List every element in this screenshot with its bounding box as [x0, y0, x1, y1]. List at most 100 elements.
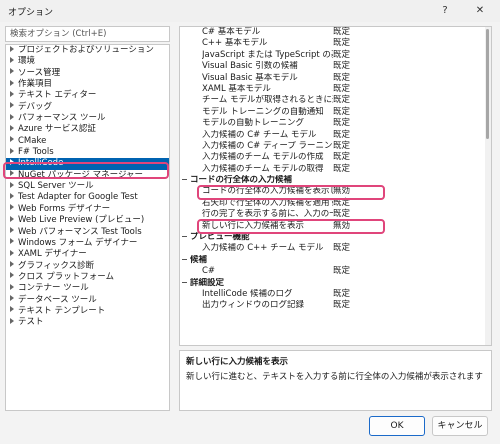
- property-name: Visual Basic 基本モデル: [202, 72, 298, 83]
- tree-item[interactable]: Web Live Preview (プレビュー): [6, 215, 169, 226]
- property-value[interactable]: 既定: [333, 289, 350, 300]
- expand-triangle-icon[interactable]: [10, 317, 14, 324]
- property-row[interactable]: JavaScript または TypeScript の基本モデル既定: [180, 50, 491, 61]
- expand-triangle-icon[interactable]: [10, 136, 14, 143]
- ok-button[interactable]: OK: [369, 416, 425, 436]
- expand-triangle-icon[interactable]: [10, 238, 14, 245]
- tree-item[interactable]: Test Adapter for Google Test: [6, 192, 169, 203]
- property-row[interactable]: Visual Basic 引数の候補 既定: [180, 61, 491, 72]
- property-name: 入力候補の C# チーム モデル: [202, 129, 317, 140]
- cancel-button[interactable]: キャンセル: [432, 416, 488, 436]
- expand-triangle-icon[interactable]: [10, 192, 14, 199]
- property-row[interactable]: 入力候補のチーム モデルの取得 既定: [180, 164, 491, 175]
- property-grid-scrollbar[interactable]: [485, 27, 491, 345]
- property-row[interactable]: IntelliCode 候補のログ 既定: [180, 289, 491, 300]
- tree-item[interactable]: テキスト エディター: [6, 90, 169, 101]
- property-row[interactable]: モデルの自動トレーニング 既定: [180, 118, 491, 129]
- tree-item[interactable]: パフォーマンス ツール: [6, 113, 169, 124]
- category-row[interactable]: 詳細設定: [180, 278, 491, 289]
- tree-item[interactable]: テキスト テンプレート: [6, 306, 169, 317]
- property-value[interactable]: 既定: [333, 84, 350, 95]
- expand-triangle-icon[interactable]: [10, 113, 14, 120]
- tree-item[interactable]: コンテナー ツール: [6, 283, 169, 294]
- tree-item[interactable]: F# Tools: [6, 147, 169, 158]
- expand-triangle-icon[interactable]: [10, 68, 14, 75]
- expand-triangle-icon[interactable]: [10, 306, 14, 313]
- property-value[interactable]: 既定: [333, 27, 350, 38]
- expand-triangle-icon[interactable]: [10, 272, 14, 279]
- close-button[interactable]: ✕: [465, 0, 495, 22]
- expand-triangle-icon[interactable]: [10, 181, 14, 188]
- property-value[interactable]: 既定: [333, 95, 350, 106]
- property-row[interactable]: 入力候補のチーム モデルの作成 既定: [180, 152, 491, 163]
- expand-triangle-icon[interactable]: [10, 124, 14, 131]
- tree-item[interactable]: グラフィックス診断: [6, 261, 169, 272]
- tree-item[interactable]: ソース管理: [6, 68, 169, 79]
- expand-triangle-icon[interactable]: [10, 261, 14, 268]
- property-value[interactable]: 既定: [333, 300, 350, 311]
- tree-item[interactable]: クロス プラットフォーム: [6, 272, 169, 283]
- property-row[interactable]: チーム モデルが取得されるときに通知する既定: [180, 95, 491, 106]
- search-input[interactable]: [6, 27, 169, 41]
- tree-item[interactable]: XAML デザイナー: [6, 249, 169, 260]
- expand-triangle-icon[interactable]: [10, 249, 14, 256]
- tree-item[interactable]: テスト: [6, 317, 169, 328]
- tree-item[interactable]: プロジェクトおよびソリューション: [6, 45, 169, 56]
- property-value[interactable]: 既定: [333, 130, 350, 141]
- tree-item[interactable]: デバッグ: [6, 102, 169, 113]
- property-row[interactable]: C# 基本モデル 既定: [180, 27, 491, 38]
- property-row[interactable]: 入力候補の C# ディープ ラーニング基本モデル既定: [180, 141, 491, 152]
- tree-item[interactable]: Azure サービス認証: [6, 124, 169, 135]
- tree-item[interactable]: CMake: [6, 136, 169, 147]
- tree-item[interactable]: 作業項目: [6, 79, 169, 90]
- property-row[interactable]: 入力候補の C++ チーム モデル 既定: [180, 243, 491, 254]
- expand-triangle-icon[interactable]: [10, 283, 14, 290]
- collapse-icon[interactable]: [182, 179, 187, 181]
- property-row[interactable]: C# 既定: [180, 266, 491, 277]
- collapse-icon[interactable]: [182, 258, 187, 260]
- property-row[interactable]: モデル トレーニングの自動通知 既定: [180, 107, 491, 118]
- expand-triangle-icon[interactable]: [10, 215, 14, 222]
- expand-triangle-icon[interactable]: [10, 227, 14, 233]
- expand-triangle-icon[interactable]: [10, 295, 14, 302]
- property-value[interactable]: 既定: [333, 61, 350, 72]
- tree-item-label: ソース管理: [18, 67, 61, 78]
- property-row[interactable]: C++ 基本モデル 既定: [180, 38, 491, 49]
- tree-item[interactable]: SQL Server ツール: [6, 181, 169, 192]
- scrollbar-thumb[interactable]: [486, 29, 489, 139]
- expand-triangle-icon[interactable]: [10, 56, 14, 63]
- expand-triangle-icon[interactable]: [10, 90, 14, 97]
- property-grid[interactable]: C# 基本モデル 既定 C++ 基本モデル 既定 JavaScript または Type…: [179, 26, 492, 346]
- property-value[interactable]: 既定: [333, 164, 350, 175]
- property-value[interactable]: 既定: [333, 141, 350, 152]
- tree-item[interactable]: Windows フォーム デザイナー: [6, 238, 169, 249]
- help-button[interactable]: ?: [430, 0, 460, 22]
- property-value[interactable]: 既定: [333, 38, 350, 49]
- property-row[interactable]: 出力ウィンドウのログ記録 既定: [180, 300, 491, 311]
- tree-item-label: プロジェクトおよびソリューション: [18, 45, 154, 55]
- expand-triangle-icon[interactable]: [10, 79, 14, 86]
- tree-item[interactable]: データベース ツール: [6, 295, 169, 306]
- expand-triangle-icon[interactable]: [10, 45, 14, 52]
- property-value[interactable]: 既定: [333, 107, 350, 118]
- tree-item[interactable]: Web Forms デザイナー: [6, 204, 169, 215]
- property-value[interactable]: 既定: [333, 73, 350, 84]
- property-value[interactable]: 既定: [333, 118, 350, 129]
- collapse-icon[interactable]: [182, 281, 187, 283]
- property-row[interactable]: Visual Basic 基本モデル 既定: [180, 73, 491, 84]
- expand-triangle-icon[interactable]: [10, 204, 14, 211]
- collapse-icon[interactable]: [182, 236, 187, 238]
- property-row[interactable]: 入力候補の C# チーム モデル 既定: [180, 130, 491, 141]
- property-value[interactable]: 既定: [333, 266, 350, 277]
- expand-triangle-icon[interactable]: [10, 102, 14, 109]
- property-value[interactable]: 既定: [333, 152, 350, 163]
- property-row[interactable]: XAML 基本モデル 既定: [180, 84, 491, 95]
- tree-item[interactable]: Web パフォーマンス Test Tools: [6, 227, 169, 238]
- property-value[interactable]: 既定: [333, 243, 350, 254]
- category-row[interactable]: 候補: [180, 255, 491, 266]
- property-value[interactable]: 既定: [333, 50, 350, 61]
- search-box[interactable]: [5, 26, 170, 42]
- tree-item[interactable]: 環境: [6, 56, 169, 67]
- expand-triangle-icon[interactable]: [10, 147, 14, 154]
- options-tree[interactable]: プロジェクトおよびソリューション 環境 ソース管理 作業項目 テキスト エディター デバッ…: [5, 44, 170, 411]
